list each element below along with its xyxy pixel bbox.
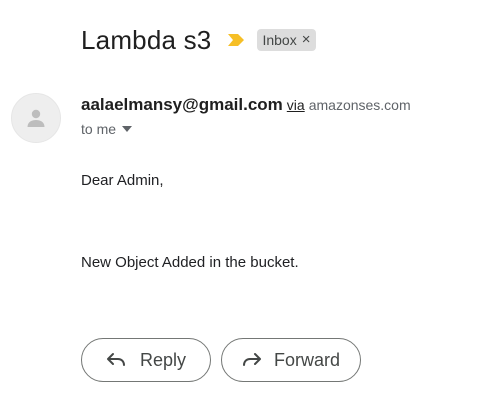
reply-button[interactable]: Reply — [81, 338, 211, 382]
recipient-text: to me — [81, 121, 117, 137]
chevron-down-icon[interactable] — [122, 126, 133, 132]
recipient-details-toggle[interactable]: to me — [81, 121, 133, 137]
inbox-label-chip[interactable]: Inbox × — [257, 29, 317, 51]
importance-marker-icon[interactable] — [227, 33, 245, 47]
avatar[interactable] — [11, 93, 61, 143]
inbox-label-text: Inbox — [262, 32, 297, 48]
email-subject: Lambda s3 — [81, 25, 212, 55]
subject-row: Lambda s3 Inbox × — [81, 24, 317, 56]
email-body-greeting: Dear Admin, — [81, 172, 164, 189]
person-icon — [27, 109, 45, 127]
forward-button[interactable]: Forward — [221, 338, 361, 382]
email-view: Lambda s3 Inbox × aalaelmansy@gmail.com … — [0, 0, 488, 413]
forward-button-label: Forward — [274, 349, 341, 370]
email-body-message: New Object Added in the bucket. — [81, 254, 299, 271]
remove-label-icon[interactable]: × — [302, 29, 311, 51]
via-domain: amazonses.com — [308, 97, 411, 113]
sender-line: aalaelmansy@gmail.com via amazonses.com — [81, 95, 411, 115]
via-link[interactable]: via — [287, 97, 305, 113]
reply-arrow-icon — [106, 352, 126, 368]
forward-arrow-icon — [242, 352, 262, 368]
sender-email[interactable]: aalaelmansy@gmail.com — [81, 95, 283, 115]
reply-button-label: Reply — [140, 349, 187, 370]
